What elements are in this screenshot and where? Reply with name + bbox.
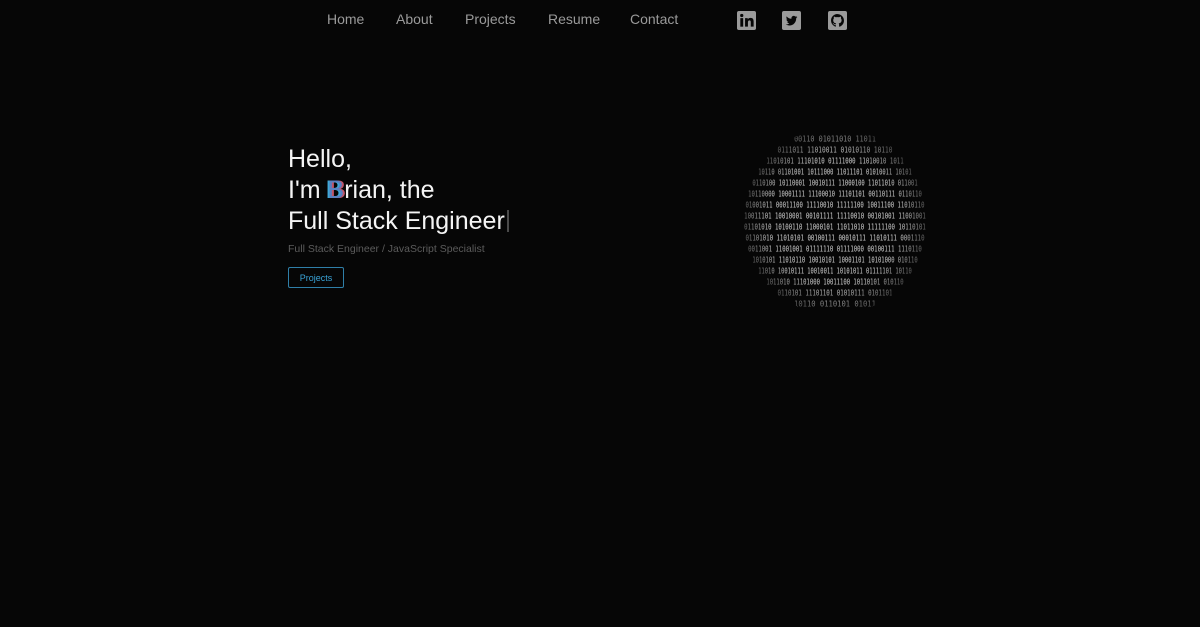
hero-line-role: Full Stack Engineer <box>288 206 509 237</box>
hero-role-text: Full Stack Engineer <box>288 207 505 235</box>
globe-binary-row: 00110 01011010 11011 <box>794 135 876 144</box>
nav-link-about[interactable]: About <box>396 11 433 27</box>
globe-binary-row: 11010101 11101010 01111000 11010010 1011 <box>766 157 903 166</box>
hero-heading: Hello, I'm Brian, the Full Stack Enginee… <box>288 144 509 237</box>
globe-binary-row: 0110100 10110001 10010111 11000100 11011… <box>752 179 917 188</box>
projects-button[interactable]: Projects <box>288 267 344 288</box>
nav-link-contact[interactable]: Contact <box>630 11 678 27</box>
github-icon[interactable] <box>828 11 847 30</box>
hero-line-hello: Hello, <box>288 145 352 173</box>
globe-binary-row: 0011001 11001001 01111110 01111000 00100… <box>748 245 922 254</box>
linkedin-icon[interactable] <box>737 11 756 30</box>
nav-link-projects[interactable]: Projects <box>465 11 516 27</box>
hero-name-prefix: I'm <box>288 176 328 204</box>
hero-name-suffix: rian, the <box>344 176 435 204</box>
glitch-letter: B <box>327 176 345 204</box>
nav-link-resume[interactable]: Resume <box>548 11 600 27</box>
globe-binary-row: 0110101 11101101 01010111 0101101 <box>778 289 893 298</box>
nav-link-home[interactable]: Home <box>327 11 364 27</box>
globe-binary-row: 01101010 11010101 00100111 00010111 1101… <box>745 234 924 243</box>
typing-cursor <box>506 210 509 232</box>
page: Home About Projects Resume Contact Hello… <box>0 0 1200 627</box>
globe-binary-row: 10110 01101001 10111000 11011101 0101001… <box>758 168 912 177</box>
binary-globe-graphic: 00110 01011010 11011 0111011 11010011 010… <box>741 128 929 314</box>
globe-binary-row: 1011010 11101000 10011100 10110101 01011… <box>766 278 903 287</box>
globe-binary-row: 10110 0110101 01011 <box>794 300 876 309</box>
globe-binary-row: 10110000 10001111 11100010 11101101 0011… <box>748 190 922 199</box>
globe-binary-row: 1010101 11010110 10010101 10001101 10101… <box>752 256 917 265</box>
globe-binary-row: 11010 10010111 10010011 10101011 0111110… <box>758 267 912 276</box>
globe-binary-row: 10011101 10010001 00101111 11110010 0010… <box>744 212 926 221</box>
globe-binary-row: 01001011 00011100 11110010 11111100 1001… <box>745 201 924 210</box>
twitter-icon[interactable] <box>782 11 801 30</box>
globe-binary-row: 01101010 10100110 11000101 11011010 1111… <box>744 223 926 232</box>
hero-subtitle: Full Stack Engineer / JavaScript Special… <box>288 243 485 255</box>
hero-line-name: I'm Brian, the <box>288 175 509 206</box>
top-nav: Home About Projects Resume Contact <box>0 0 1200 40</box>
globe-binary-row: 0111011 11010011 01010110 10110 <box>778 146 893 155</box>
binary-globe: 00110 01011010 11011 0111011 11010011 010… <box>740 127 930 315</box>
